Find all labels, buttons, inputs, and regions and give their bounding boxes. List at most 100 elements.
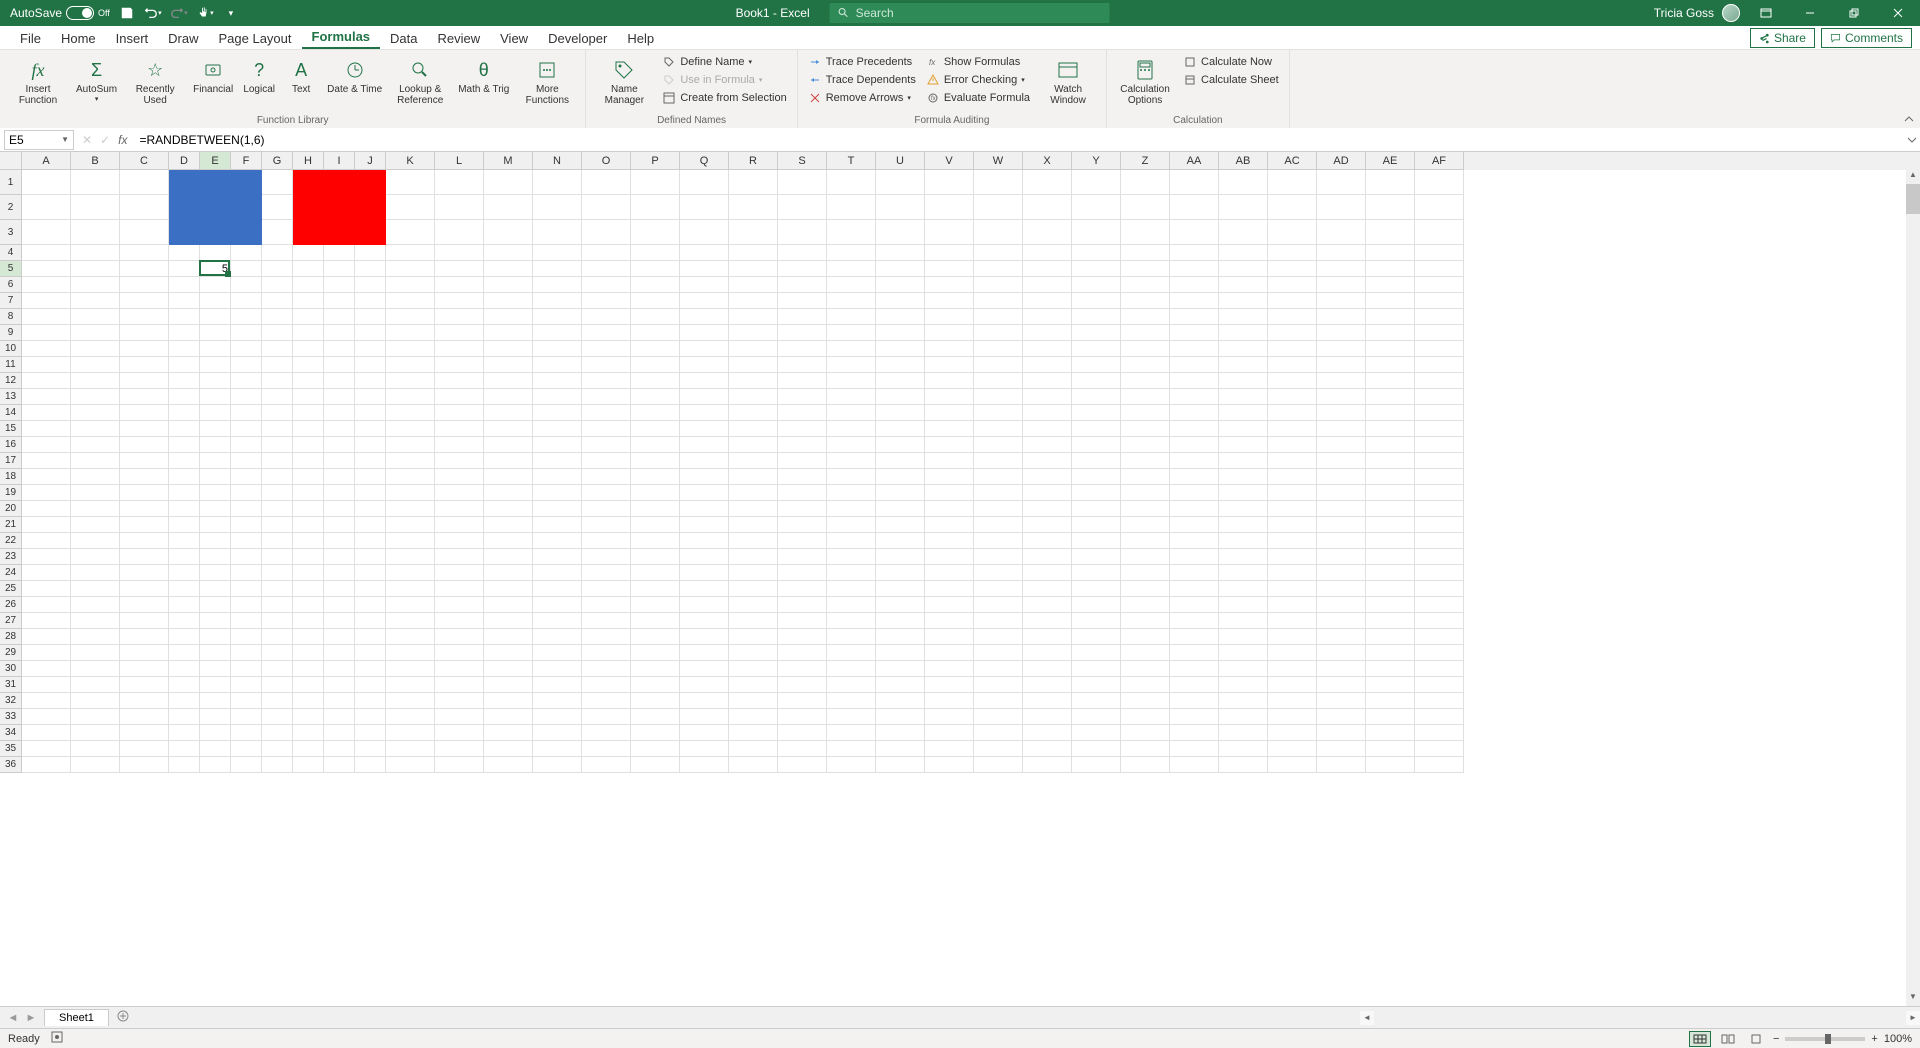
col-header-H[interactable]: H: [293, 152, 324, 170]
tab-data[interactable]: Data: [380, 27, 427, 49]
cell-G34[interactable]: [262, 725, 293, 741]
cell-Y36[interactable]: [1072, 757, 1121, 773]
cell-P30[interactable]: [631, 661, 680, 677]
cell-Z26[interactable]: [1121, 597, 1170, 613]
cell-B20[interactable]: [71, 501, 120, 517]
cell-I5[interactable]: [324, 261, 355, 277]
cell-V32[interactable]: [925, 693, 974, 709]
col-header-M[interactable]: M: [484, 152, 533, 170]
cell-I8[interactable]: [324, 309, 355, 325]
cell-U11[interactable]: [876, 357, 925, 373]
cell-P19[interactable]: [631, 485, 680, 501]
cell-O5[interactable]: [582, 261, 631, 277]
cell-AA28[interactable]: [1170, 629, 1219, 645]
cell-A17[interactable]: [22, 453, 71, 469]
cell-AA22[interactable]: [1170, 533, 1219, 549]
cell-J23[interactable]: [355, 549, 386, 565]
cell-AD35[interactable]: [1317, 741, 1366, 757]
cell-Q1[interactable]: [680, 170, 729, 195]
cell-N4[interactable]: [533, 245, 582, 261]
cell-AA27[interactable]: [1170, 613, 1219, 629]
cell-Y17[interactable]: [1072, 453, 1121, 469]
cell-N15[interactable]: [533, 421, 582, 437]
cell-Z34[interactable]: [1121, 725, 1170, 741]
cell-F34[interactable]: [231, 725, 262, 741]
cell-AF17[interactable]: [1415, 453, 1464, 469]
cell-R5[interactable]: [729, 261, 778, 277]
comments-button[interactable]: Comments: [1821, 28, 1912, 48]
cell-E25[interactable]: [200, 581, 231, 597]
cell-U14[interactable]: [876, 405, 925, 421]
cell-D34[interactable]: [169, 725, 200, 741]
cell-F33[interactable]: [231, 709, 262, 725]
cell-A28[interactable]: [22, 629, 71, 645]
cell-H5[interactable]: [293, 261, 324, 277]
cell-H20[interactable]: [293, 501, 324, 517]
tab-help[interactable]: Help: [617, 27, 664, 49]
cell-F20[interactable]: [231, 501, 262, 517]
cell-I19[interactable]: [324, 485, 355, 501]
cell-O32[interactable]: [582, 693, 631, 709]
cell-I31[interactable]: [324, 677, 355, 693]
cell-Y18[interactable]: [1072, 469, 1121, 485]
cell-E26[interactable]: [200, 597, 231, 613]
cell-AD26[interactable]: [1317, 597, 1366, 613]
cell-T32[interactable]: [827, 693, 876, 709]
cell-K28[interactable]: [386, 629, 435, 645]
cell-AB34[interactable]: [1219, 725, 1268, 741]
cell-B35[interactable]: [71, 741, 120, 757]
cell-Q6[interactable]: [680, 277, 729, 293]
col-header-Q[interactable]: Q: [680, 152, 729, 170]
cell-L9[interactable]: [435, 325, 484, 341]
cell-E23[interactable]: [200, 549, 231, 565]
cell-W29[interactable]: [974, 645, 1023, 661]
cell-H12[interactable]: [293, 373, 324, 389]
cell-J19[interactable]: [355, 485, 386, 501]
cell-V14[interactable]: [925, 405, 974, 421]
cell-W33[interactable]: [974, 709, 1023, 725]
cell-V9[interactable]: [925, 325, 974, 341]
cell-M22[interactable]: [484, 533, 533, 549]
cell-AE13[interactable]: [1366, 389, 1415, 405]
cell-U9[interactable]: [876, 325, 925, 341]
insert-function-button[interactable]: fx Insert Function: [6, 54, 70, 108]
cell-X29[interactable]: [1023, 645, 1072, 661]
view-page-break-button[interactable]: [1745, 1031, 1767, 1047]
col-header-U[interactable]: U: [876, 152, 925, 170]
cell-M21[interactable]: [484, 517, 533, 533]
cell-V24[interactable]: [925, 565, 974, 581]
cell-S1[interactable]: [778, 170, 827, 195]
cell-C7[interactable]: [120, 293, 169, 309]
cell-L29[interactable]: [435, 645, 484, 661]
cell-AC35[interactable]: [1268, 741, 1317, 757]
cell-P2[interactable]: [631, 195, 680, 220]
minimize-button[interactable]: [1792, 0, 1828, 26]
cell-J35[interactable]: [355, 741, 386, 757]
sheet-nav-next[interactable]: ►: [22, 1012, 40, 1024]
cell-P26[interactable]: [631, 597, 680, 613]
cell-Q9[interactable]: [680, 325, 729, 341]
cell-AD9[interactable]: [1317, 325, 1366, 341]
cell-Y4[interactable]: [1072, 245, 1121, 261]
cell-AB26[interactable]: [1219, 597, 1268, 613]
calculate-sheet-button[interactable]: Calculate Sheet: [1179, 72, 1283, 88]
cell-I4[interactable]: [324, 245, 355, 261]
cell-K19[interactable]: [386, 485, 435, 501]
cell-N31[interactable]: [533, 677, 582, 693]
cell-J31[interactable]: [355, 677, 386, 693]
cell-AE32[interactable]: [1366, 693, 1415, 709]
cell-P7[interactable]: [631, 293, 680, 309]
cell-F12[interactable]: [231, 373, 262, 389]
cell-Q10[interactable]: [680, 341, 729, 357]
cell-Y8[interactable]: [1072, 309, 1121, 325]
cell-AE8[interactable]: [1366, 309, 1415, 325]
cell-R16[interactable]: [729, 437, 778, 453]
cell-AE9[interactable]: [1366, 325, 1415, 341]
cell-AF4[interactable]: [1415, 245, 1464, 261]
cell-X21[interactable]: [1023, 517, 1072, 533]
cell-AB22[interactable]: [1219, 533, 1268, 549]
row-header-17[interactable]: 17: [0, 453, 22, 469]
cell-W35[interactable]: [974, 741, 1023, 757]
cell-F21[interactable]: [231, 517, 262, 533]
cell-P10[interactable]: [631, 341, 680, 357]
